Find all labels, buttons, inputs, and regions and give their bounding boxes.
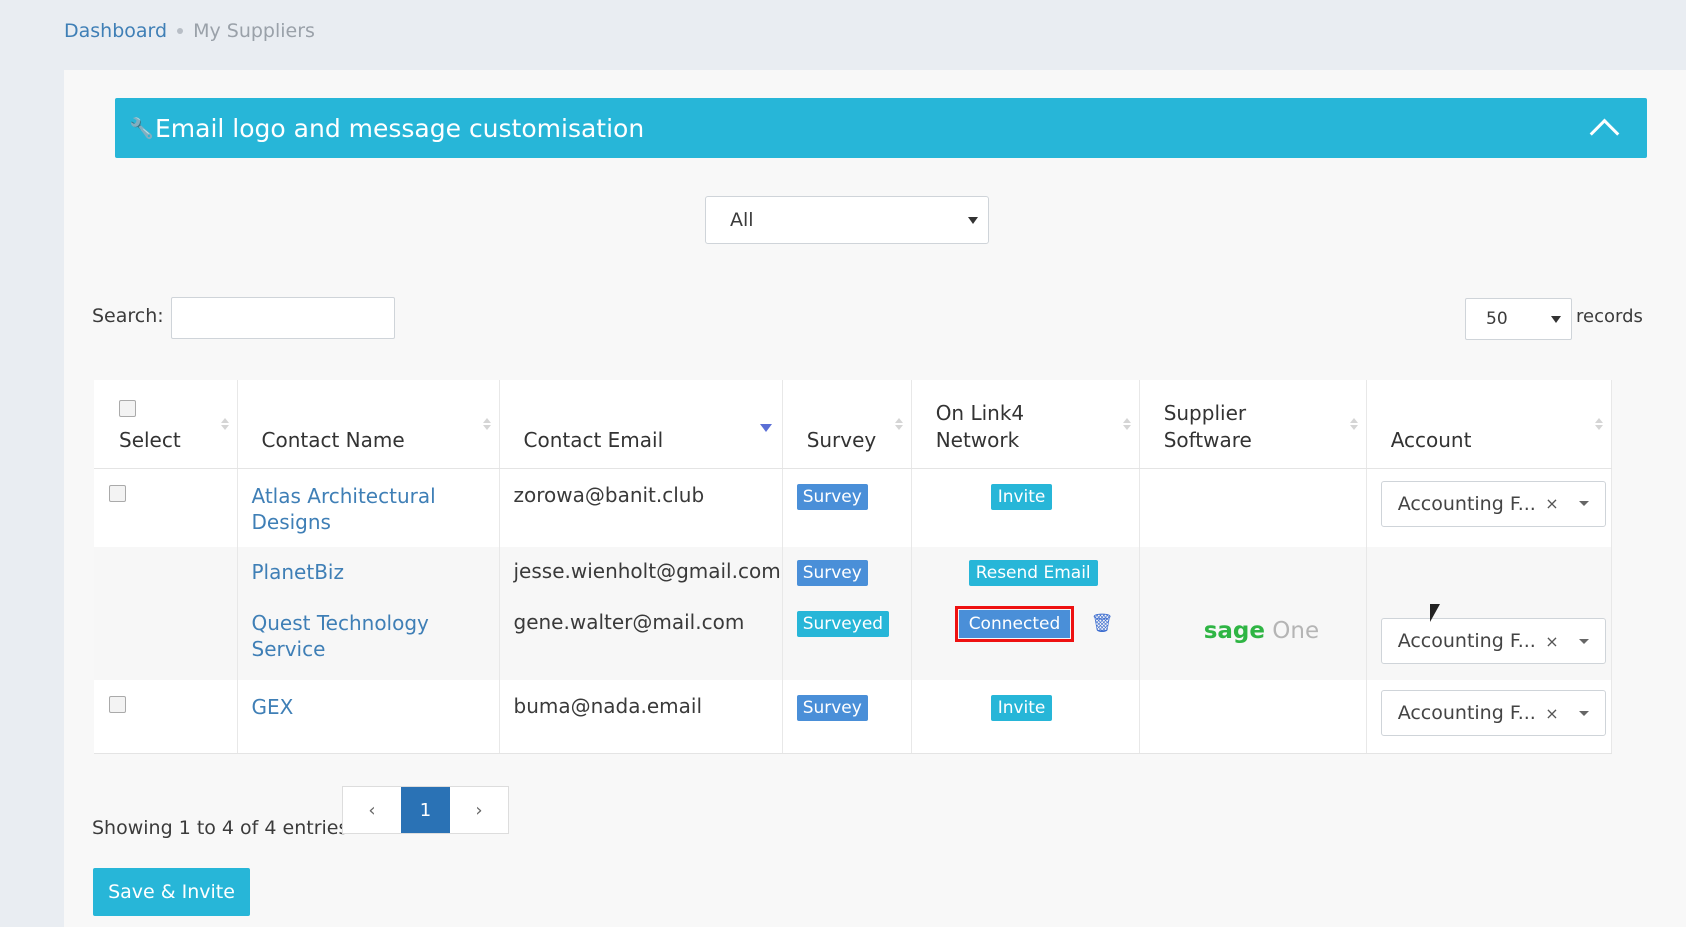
header-label: Contact Name xyxy=(261,427,405,452)
survey-button[interactable]: Survey xyxy=(796,695,868,721)
chevron-up-icon[interactable] xyxy=(1589,118,1620,148)
clear-icon[interactable]: × xyxy=(1545,494,1558,513)
customisation-banner[interactable]: 🔧 Email logo and message customisation xyxy=(115,98,1647,158)
contact-email: zorowa@banit.club xyxy=(513,482,705,507)
account-value: Accounting F... xyxy=(1397,702,1536,724)
search-label: Search: xyxy=(92,305,164,327)
invite-button[interactable]: Invite xyxy=(990,483,1053,510)
table-row: GEX buma@nada.email Survey Invite Accoun… xyxy=(94,680,1612,754)
banner-title: Email logo and message customisation xyxy=(155,113,645,143)
table-row: Quest Technology Service gene.walter@mai… xyxy=(94,598,1612,680)
contact-email: gene.walter@mail.com xyxy=(513,610,745,634)
account-select[interactable]: Accounting F... × xyxy=(1380,480,1606,527)
header-account[interactable]: Account xyxy=(1366,380,1612,469)
header-software[interactable]: Supplier Software xyxy=(1139,380,1367,469)
select-all-checkbox[interactable] xyxy=(119,400,136,417)
header-network[interactable]: On Link4 Network xyxy=(911,380,1140,469)
caret-down-icon xyxy=(968,216,978,224)
sage-one-logo: sage One xyxy=(1203,618,1320,644)
sort-icon xyxy=(483,418,491,430)
caret-down-icon xyxy=(1578,638,1589,644)
sort-icon xyxy=(221,418,229,430)
save-invite-button[interactable]: Save & Invite xyxy=(93,868,250,916)
resend-email-button[interactable]: Resend Email xyxy=(968,560,1098,586)
entries-info: Showing 1 to 4 of 4 entries xyxy=(92,817,349,839)
prev-page-button[interactable]: ‹ xyxy=(343,787,401,833)
clear-icon[interactable]: × xyxy=(1545,632,1558,651)
account-select[interactable]: Accounting F... × xyxy=(1380,618,1606,664)
records-per-page-select[interactable]: 50 xyxy=(1465,298,1572,340)
invite-button[interactable]: Invite xyxy=(990,695,1053,721)
sort-icon xyxy=(1595,418,1603,430)
table-row: Atlas Architectural Designs zorowa@banit… xyxy=(94,468,1612,547)
suppliers-table: Select Contact Name Contact Email Survey… xyxy=(94,380,1612,754)
table-header-row: Select Contact Name Contact Email Survey… xyxy=(94,380,1612,469)
survey-button[interactable]: Survey xyxy=(796,560,868,586)
trash-icon[interactable]: 🗑 xyxy=(1091,613,1114,634)
page-1-button[interactable]: 1 xyxy=(401,787,450,833)
contact-name-link[interactable]: GEX xyxy=(252,695,294,719)
header-contact-email[interactable]: Contact Email xyxy=(499,380,783,469)
contact-name-link[interactable]: Atlas Architectural xyxy=(252,484,436,508)
header-select[interactable]: Select xyxy=(94,380,238,469)
breadcrumb-current: My Suppliers xyxy=(193,20,315,42)
survey-button[interactable]: Survey xyxy=(796,483,868,510)
contact-name-link[interactable]: Quest Technology Service xyxy=(252,611,429,661)
row-checkbox[interactable] xyxy=(109,484,126,502)
sort-icon xyxy=(1123,418,1131,430)
account-value: Accounting F... xyxy=(1397,630,1536,652)
caret-down-icon xyxy=(1578,501,1589,506)
clear-icon[interactable]: × xyxy=(1545,704,1558,723)
breadcrumb-separator xyxy=(177,28,184,34)
table-row: PlanetBiz jesse.wienholt@gmail.com Surve… xyxy=(94,547,1612,598)
contact-name-link[interactable]: Designs xyxy=(252,510,331,534)
connected-button[interactable]: Connected xyxy=(954,606,1075,642)
mouse-cursor-icon xyxy=(1430,604,1440,622)
breadcrumb: Dashboard My Suppliers xyxy=(64,20,315,42)
records-label: records xyxy=(1576,306,1643,327)
account-value: Accounting F... xyxy=(1397,492,1536,515)
filter-value: All xyxy=(730,209,754,231)
header-label: Account xyxy=(1390,427,1472,452)
sort-icon xyxy=(1350,418,1358,430)
breadcrumb-dashboard-link[interactable]: Dashboard xyxy=(64,20,167,42)
contact-email: buma@nada.email xyxy=(513,694,703,718)
header-label: Supplier xyxy=(1163,400,1247,425)
wrench-icon: 🔧 xyxy=(129,116,154,140)
header-survey[interactable]: Survey xyxy=(782,380,912,469)
header-label: Contact Email xyxy=(523,427,664,452)
header-label: Survey xyxy=(806,427,877,452)
sort-desc-icon xyxy=(759,424,772,432)
row-checkbox[interactable] xyxy=(109,696,126,713)
header-label: Software xyxy=(1163,427,1252,452)
caret-down-icon xyxy=(1551,315,1561,323)
sort-icon xyxy=(895,418,903,430)
next-page-button[interactable]: › xyxy=(450,787,508,833)
account-select[interactable]: Accounting F... × xyxy=(1380,690,1606,736)
contact-email: jesse.wienholt@gmail.com xyxy=(513,559,781,583)
surveyed-button[interactable]: Surveyed xyxy=(796,611,890,637)
pagination: ‹ 1 › xyxy=(342,786,509,834)
caret-down-icon xyxy=(1578,710,1589,716)
filter-select[interactable]: All xyxy=(705,196,989,244)
search-input[interactable] xyxy=(171,297,395,339)
header-label: Network xyxy=(935,427,1020,452)
contact-name-link[interactable]: PlanetBiz xyxy=(252,560,344,584)
header-contact-name[interactable]: Contact Name xyxy=(237,380,500,469)
header-label: On Link4 xyxy=(935,400,1025,425)
records-value: 50 xyxy=(1486,309,1508,329)
header-select-label: Select xyxy=(119,427,181,452)
